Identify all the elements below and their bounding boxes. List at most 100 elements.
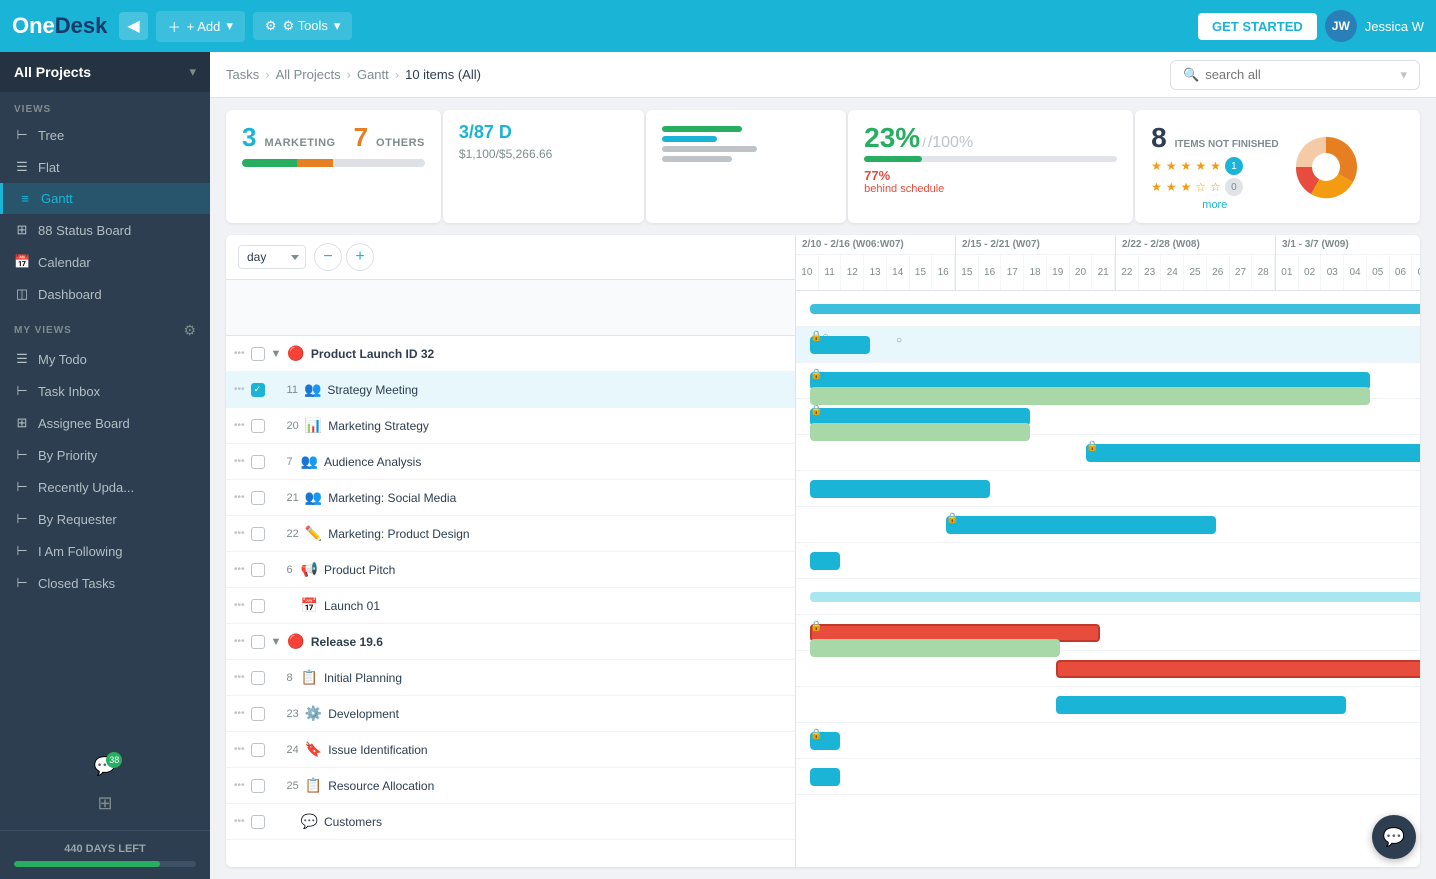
gantt-view-select[interactable]: day week month	[238, 245, 306, 269]
row-dots[interactable]: •••	[234, 708, 245, 719]
collapse-icon[interactable]: ▼	[271, 348, 282, 360]
sidebar-item-label: By Requester	[38, 512, 117, 527]
zoom-out-button[interactable]: −	[314, 243, 342, 271]
my-views-settings-icon[interactable]: ⚙	[183, 322, 196, 339]
row-checkbox[interactable]	[251, 347, 265, 361]
collapse-icon[interactable]: ▼	[271, 636, 282, 648]
table-row[interactable]: ••• 7 👥 Audience Analysis	[226, 444, 795, 480]
row-checkbox[interactable]	[251, 707, 265, 721]
chat-button[interactable]: 💬	[1372, 815, 1416, 859]
marketing-label: MARKETING	[264, 137, 335, 149]
sidebar-item-my-todo[interactable]: ☰ My Todo	[0, 343, 210, 375]
row-checkbox[interactable]	[251, 563, 265, 577]
gantt-bar-13[interactable]	[810, 768, 840, 786]
gantt-bar-11[interactable]	[1056, 696, 1346, 714]
breadcrumb-tasks[interactable]: Tasks	[226, 67, 259, 82]
row-name: Strategy Meeting	[327, 383, 787, 397]
row-dots[interactable]: •••	[234, 492, 245, 503]
search-dropdown-icon[interactable]: ▾	[1400, 67, 1407, 83]
sidebar-item-label: Gantt	[41, 191, 73, 206]
gantt-bar-parent[interactable]	[810, 304, 1420, 314]
row-id: 22	[271, 528, 299, 540]
row-dots[interactable]: •••	[234, 744, 245, 755]
table-row[interactable]: ••• 8 📋 Initial Planning	[226, 660, 795, 696]
search-input[interactable]	[1205, 67, 1385, 82]
row-dots[interactable]: •••	[234, 564, 245, 575]
sidebar-item-flat[interactable]: ☰ Flat	[0, 151, 210, 183]
table-row[interactable]: ••• 23 ⚙️ Development	[226, 696, 795, 732]
search-box[interactable]: 🔍 ▾	[1170, 60, 1420, 90]
row-checkbox[interactable]	[251, 455, 265, 469]
row-name: Marketing: Product Design	[328, 527, 787, 541]
row-checkbox[interactable]: ✓	[251, 383, 265, 397]
row-dots[interactable]: •••	[234, 780, 245, 791]
table-row[interactable]: ••• 24 🔖 Issue Identification	[226, 732, 795, 768]
sidebar-item-closed-tasks[interactable]: ⊢ Closed Tasks	[0, 567, 210, 599]
row-dots[interactable]: •••	[234, 600, 245, 611]
sidebar-item-calendar[interactable]: 📅 Calendar	[0, 246, 210, 278]
sidebar-item-by-requester[interactable]: ⊢ By Requester	[0, 503, 210, 535]
sidebar-item-i-am-following[interactable]: ⊢ I Am Following	[0, 535, 210, 567]
sidebar-item-dashboard[interactable]: ◫ Dashboard	[0, 278, 210, 310]
row-checkbox[interactable]	[251, 419, 265, 433]
row-dots[interactable]: •••	[234, 816, 245, 827]
row-dots[interactable]: •••	[234, 636, 245, 647]
gantt-chart[interactable]: 2/10 - 2/16 (W06:W07) 10 11 12 13 14 15 …	[796, 235, 1420, 867]
table-row[interactable]: ••• ✓ 11 👥 Strategy Meeting	[226, 372, 795, 408]
table-row[interactable]: ••• 22 ✏️ Marketing: Product Design	[226, 516, 795, 552]
table-row[interactable]: ••• 6 📢 Product Pitch	[226, 552, 795, 588]
star5: ★	[1210, 159, 1221, 173]
week-days-4: 01 02 03 04 05 06 07	[1276, 255, 1420, 290]
gantt-bar-4[interactable]	[1086, 444, 1420, 462]
breadcrumb-gantt[interactable]: Gantt	[357, 67, 389, 82]
gantt-header-row	[226, 280, 795, 336]
add-button[interactable]: ＋ + Add ▾	[156, 11, 245, 42]
table-row[interactable]: ••• 📅 Launch 01	[226, 588, 795, 624]
row-checkbox[interactable]	[251, 815, 265, 829]
sidebar-item-recently-updated[interactable]: ⊢ Recently Upda...	[0, 471, 210, 503]
sidebar-item-task-inbox[interactable]: ⊢ Task Inbox	[0, 375, 210, 407]
gantt-bar-parent-2[interactable]	[810, 592, 1420, 602]
sidebar-item-tree[interactable]: ⊢ Tree	[0, 119, 210, 151]
table-row[interactable]: ••• 25 📋 Resource Allocation	[226, 768, 795, 804]
row-dots[interactable]: •••	[234, 348, 245, 359]
tools-button[interactable]: ⚙ ⚙ Tools ▾	[253, 12, 353, 40]
pct-full: /100%	[928, 134, 973, 152]
more-link[interactable]: more	[1151, 199, 1278, 211]
gantt-bar-6[interactable]	[946, 516, 1216, 534]
gantt-bar-7[interactable]	[810, 552, 840, 570]
sidebar-bottom-icons: 💬 38 ⊞	[0, 740, 210, 830]
sidebar-item-status-board[interactable]: ⊞ 88 Status Board	[0, 214, 210, 246]
row-checkbox[interactable]	[251, 527, 265, 541]
gantt-bar-10[interactable]	[1056, 660, 1420, 678]
grid-icon[interactable]: ⊞	[97, 793, 112, 814]
breadcrumb-sep2: ›	[347, 67, 351, 82]
sidebar-item-assignee-board[interactable]: ⊞ Assignee Board	[0, 407, 210, 439]
zoom-in-button[interactable]: +	[346, 243, 374, 271]
row-checkbox[interactable]	[251, 491, 265, 505]
table-row[interactable]: ••• 21 👥 Marketing: Social Media	[226, 480, 795, 516]
sidebar-dropdown-icon[interactable]: ▾	[189, 64, 196, 80]
row-dots[interactable]: •••	[234, 420, 245, 431]
row-checkbox[interactable]	[251, 671, 265, 685]
sidebar-collapse-button[interactable]: ◀	[119, 12, 147, 40]
row-checkbox[interactable]	[251, 635, 265, 649]
pct-bar-track	[864, 156, 1117, 162]
table-row[interactable]: ••• 20 📊 Marketing Strategy	[226, 408, 795, 444]
row-checkbox[interactable]	[251, 743, 265, 757]
breadcrumb-all-projects[interactable]: All Projects	[276, 67, 341, 82]
sidebar-item-gantt[interactable]: ≡ Gantt	[0, 183, 210, 214]
row-checkbox[interactable]	[251, 779, 265, 793]
sidebar-item-by-priority[interactable]: ⊢ By Priority	[0, 439, 210, 471]
row-dots[interactable]: •••	[234, 672, 245, 683]
row-id: 20	[271, 420, 299, 432]
table-row[interactable]: ••• 💬 Customers	[226, 804, 795, 840]
row-dots[interactable]: •••	[234, 528, 245, 539]
get-started-button[interactable]: GET STARTED	[1198, 13, 1317, 40]
row-dots[interactable]: •••	[234, 384, 245, 395]
row-dots[interactable]: •••	[234, 456, 245, 467]
gantt-bar-5[interactable]	[810, 480, 990, 498]
notifications-icon[interactable]: 💬 38	[94, 756, 116, 777]
row-checkbox[interactable]	[251, 599, 265, 613]
day: 24	[1161, 255, 1184, 290]
